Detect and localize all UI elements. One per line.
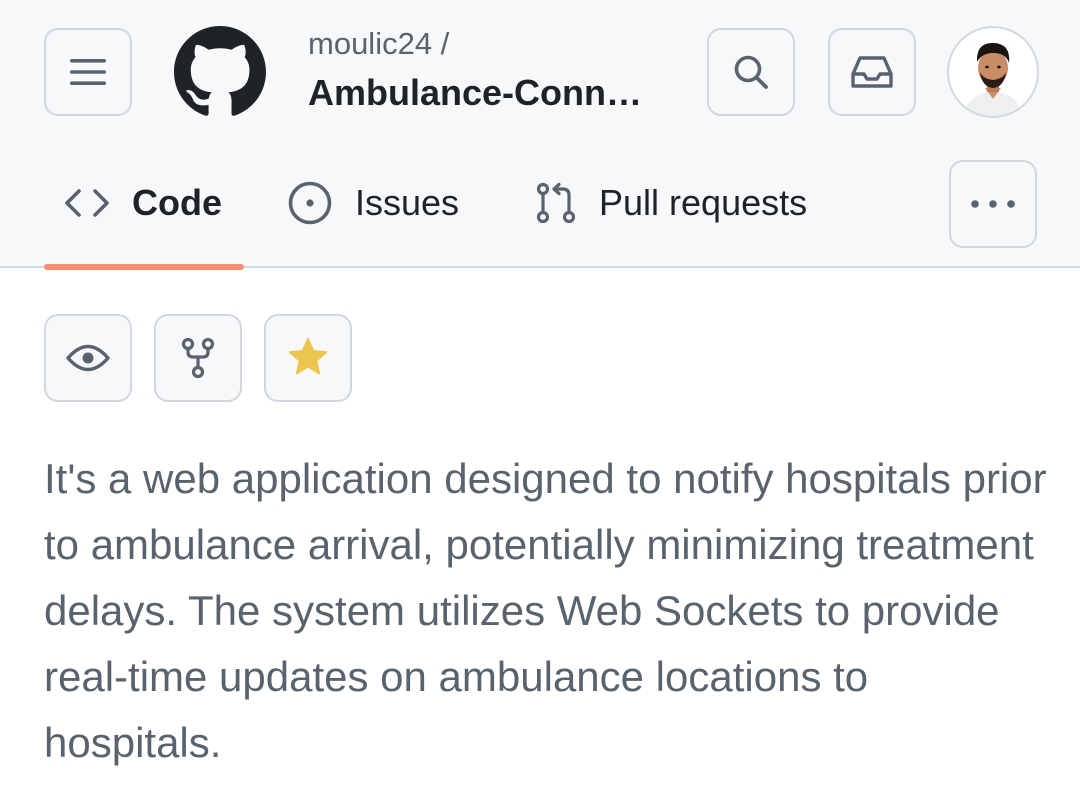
repo-name-link[interactable]: Ambulance-Conn… [308, 72, 648, 114]
user-avatar[interactable] [947, 26, 1039, 118]
kebab-horizontal-icon [971, 200, 1015, 208]
repo-forked-icon [181, 337, 215, 379]
fork-button[interactable] [154, 314, 242, 402]
more-tabs-button[interactable] [949, 160, 1037, 248]
code-icon [65, 189, 109, 217]
issue-opened-icon [288, 181, 332, 225]
app-header: moulic24 / Ambulance-Conn… Code Issues P… [0, 0, 1080, 270]
git-pull-request-icon [536, 182, 576, 224]
inbox-icon [851, 56, 893, 88]
repo-description: It's a web application designed to notif… [44, 455, 1047, 766]
search-icon [734, 55, 768, 89]
hamburger-menu-icon [70, 59, 106, 85]
tab-issues[interactable]: Issues [287, 168, 459, 238]
tab-pull-requests-label: Pull requests [599, 182, 808, 223]
star-button[interactable] [264, 314, 352, 402]
tab-code-label: Code [132, 182, 222, 223]
tab-issues-label: Issues [355, 182, 460, 223]
selected-tab-underline [44, 264, 244, 270]
menu-button[interactable] [44, 28, 132, 116]
github-logo-icon[interactable] [174, 26, 266, 118]
eye-icon [66, 344, 110, 372]
tab-code[interactable]: Code [64, 168, 222, 238]
watch-button[interactable] [44, 314, 132, 402]
inbox-button[interactable] [828, 28, 916, 116]
tab-pull-requests[interactable]: Pull requests [535, 168, 807, 238]
repo-owner-link[interactable]: moulic24 / [308, 26, 449, 62]
star-fill-icon [288, 337, 328, 375]
search-button[interactable] [707, 28, 795, 116]
